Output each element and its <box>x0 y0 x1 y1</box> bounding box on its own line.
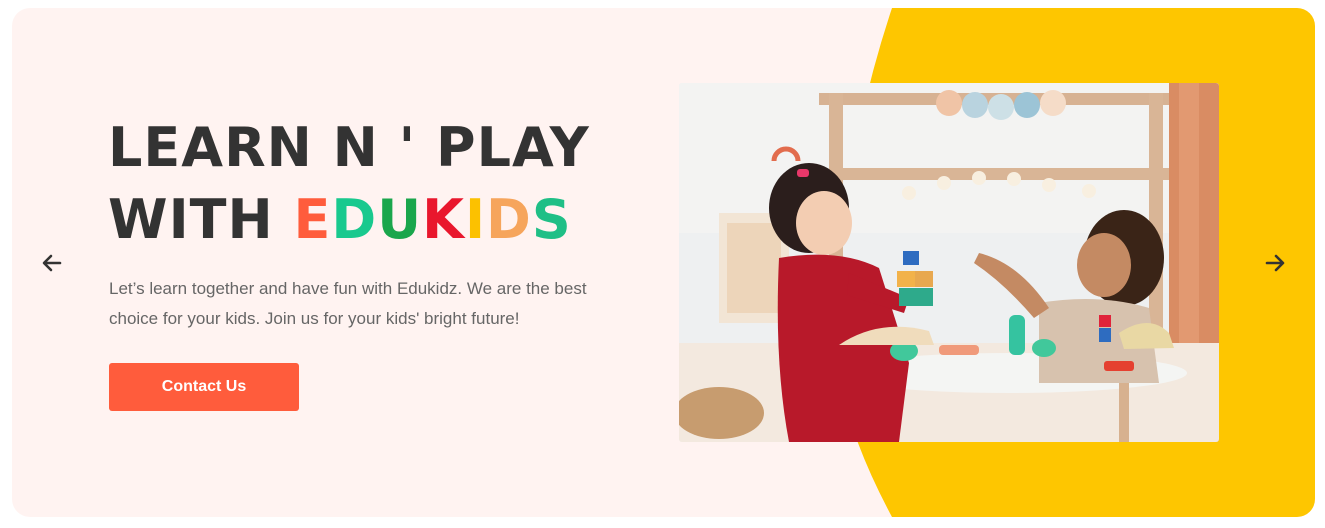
hero-description: Let’s learn together and have fun with E… <box>109 279 587 328</box>
title-line-2: WITH EDUKIDS <box>108 184 628 256</box>
hero-slider: LEARN N ' PLAY WITH EDUKIDS Let’s learn … <box>12 8 1315 517</box>
prev-slide-button[interactable] <box>36 247 68 279</box>
brand-letter: E <box>293 188 332 251</box>
contact-us-button[interactable]: Contact Us <box>109 363 299 411</box>
brand-letter: D <box>486 188 532 251</box>
brand-letter: D <box>331 188 378 251</box>
brand-name: EDUKIDS <box>294 188 572 251</box>
brand-letter: K <box>422 188 465 251</box>
brand-letter: I <box>464 188 487 251</box>
next-slide-button[interactable] <box>1259 247 1291 279</box>
title-prefix: WITH <box>108 188 274 251</box>
arrow-left-icon <box>42 254 62 272</box>
brand-letter: S <box>531 188 572 251</box>
arrow-right-icon <box>1265 254 1285 272</box>
kids-playing-photo <box>679 83 1219 442</box>
hero-title: LEARN N ' PLAY WITH EDUKIDS <box>108 112 628 256</box>
hero-image <box>679 83 1219 442</box>
title-line-1: LEARN N ' PLAY <box>108 116 590 179</box>
brand-letter: U <box>377 188 423 251</box>
